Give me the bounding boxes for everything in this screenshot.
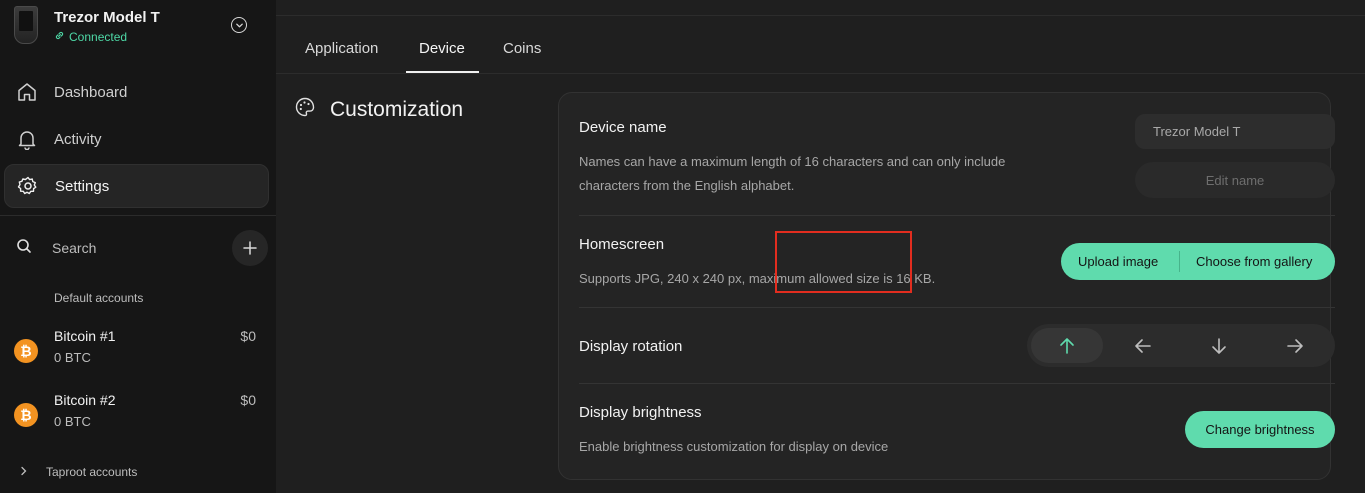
upload-image-button[interactable]: Upload image (1078, 243, 1158, 280)
rotate-left-button[interactable] (1107, 328, 1179, 363)
change-brightness-button[interactable]: Change brightness (1185, 411, 1335, 448)
tab-application[interactable]: Application (305, 40, 378, 57)
rotation-selector (1027, 324, 1335, 367)
device-name-description: Names can have a maximum length of 16 ch… (579, 154, 1006, 193)
taproot-accounts-toggle[interactable]: Taproot accounts (20, 463, 137, 481)
edit-name-button[interactable]: Edit name (1135, 162, 1335, 198)
sidebar: Trezor Model T Connected Dashboard Activ… (0, 0, 276, 493)
account-balance: 0 BTC (54, 414, 91, 429)
homescreen-description: Supports JPG, 240 x 240 px, maximum allo… (579, 271, 936, 286)
tab-coins[interactable]: Coins (503, 40, 541, 57)
active-tab-indicator (406, 71, 479, 73)
search-label: Search (52, 240, 97, 256)
account-fiat-value: $0 (240, 392, 256, 408)
device-status: Connected (54, 30, 127, 44)
row-divider (579, 383, 1335, 384)
default-accounts-label: Default accounts (54, 291, 144, 305)
settings-tabs: Application Device Coins (276, 28, 1365, 74)
nav-label: Activity (54, 130, 102, 148)
taproot-accounts-label: Taproot accounts (46, 465, 138, 479)
homescreen-button-group: Upload image Choose from gallery (1061, 243, 1335, 280)
bitcoin-icon: ₿ (14, 339, 38, 363)
row-divider (579, 307, 1335, 308)
account-name: Bitcoin #2 (54, 392, 116, 408)
plus-icon (243, 241, 257, 255)
nav-dashboard[interactable]: Dashboard (4, 70, 269, 114)
search-icon (16, 238, 32, 259)
sidebar-divider (0, 215, 276, 216)
account-search[interactable]: Search (16, 230, 268, 266)
device-image (14, 6, 38, 44)
chevron-right-icon (20, 463, 28, 481)
device-name-title: Device name (579, 119, 667, 136)
gear-icon (17, 175, 39, 197)
device-name: Trezor Model T (54, 9, 160, 26)
device-switcher[interactable]: Trezor Model T Connected (14, 6, 266, 46)
arrow-up-icon (1060, 337, 1074, 354)
device-name-input[interactable]: Trezor Model T (1135, 114, 1335, 149)
palette-icon (294, 96, 316, 123)
link-icon (54, 30, 65, 44)
account-name: Bitcoin #1 (54, 328, 116, 344)
arrow-down-icon (1212, 337, 1226, 354)
display-rotation-title: Display rotation (579, 338, 683, 355)
bitcoin-icon: ₿ (14, 403, 38, 427)
rotate-right-button[interactable] (1259, 328, 1331, 363)
account-balance: 0 BTC (54, 350, 91, 365)
account-bitcoin-2[interactable]: ₿ Bitcoin #2 0 BTC $0 (14, 392, 256, 436)
button-separator (1179, 251, 1180, 272)
bell-icon (16, 128, 38, 150)
row-divider (579, 215, 1335, 216)
arrow-left-icon (1135, 338, 1151, 353)
home-icon (16, 81, 38, 103)
display-brightness-description: Enable brightness customization for disp… (579, 439, 889, 454)
main-content: Application Device Coins Customization D… (276, 0, 1365, 493)
section-header: Customization (294, 96, 463, 123)
nav-label: Dashboard (54, 83, 128, 101)
customization-card: Device name Names can have a maximum len… (558, 92, 1335, 480)
nav-label: Settings (55, 177, 110, 195)
display-brightness-title: Display brightness (579, 404, 702, 421)
header-divider (276, 15, 1365, 16)
page-title-fragment (388, 0, 406, 1)
arrow-right-icon (1287, 338, 1303, 353)
device-status-label: Connected (69, 30, 128, 44)
account-bitcoin-1[interactable]: ₿ Bitcoin #1 0 BTC $0 (14, 328, 256, 372)
chevron-down-icon[interactable] (231, 17, 247, 33)
section-title: Customization (330, 97, 464, 121)
rotate-up-button[interactable] (1031, 328, 1103, 363)
add-account-button[interactable] (232, 230, 268, 266)
app-window: Trezor Model T Connected Dashboard Activ… (0, 0, 1365, 493)
tab-device[interactable]: Device (419, 40, 465, 57)
nav-activity[interactable]: Activity (4, 117, 269, 161)
nav-settings[interactable]: Settings (4, 164, 269, 208)
account-fiat-value: $0 (240, 328, 256, 344)
rotate-down-button[interactable] (1183, 328, 1255, 363)
choose-from-gallery-button[interactable]: Choose from gallery (1196, 243, 1312, 280)
homescreen-title: Homescreen (579, 236, 665, 253)
